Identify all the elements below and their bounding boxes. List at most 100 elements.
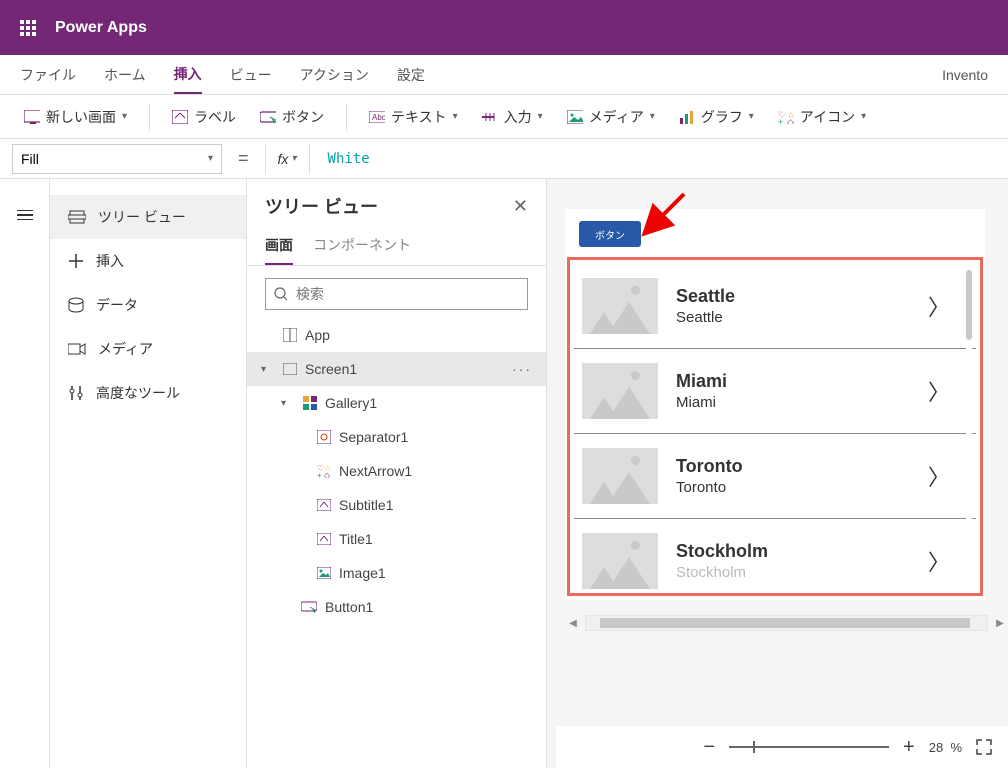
tree-panel: ツリー ビュー ✕ 画面 コンポーネント App ▾ Screen1 ··· xyxy=(247,179,547,768)
tree-node-image1[interactable]: Image1 xyxy=(247,556,546,590)
svg-text:◇: ◇ xyxy=(324,471,331,478)
sidebar-item-treeview[interactable]: ツリー ビュー xyxy=(50,195,246,239)
chevron-right-icon[interactable]: 〉 xyxy=(928,290,968,322)
tree-node-separator1[interactable]: Separator1 xyxy=(247,420,546,454)
label-icon xyxy=(172,110,188,124)
scroll-left-icon[interactable]: ◀ xyxy=(565,618,581,629)
label-node-icon xyxy=(317,533,331,545)
tree-node-subtitle1[interactable]: Subtitle1 xyxy=(247,488,546,522)
fx-button[interactable]: fx▾ xyxy=(265,144,310,174)
image-node-icon xyxy=(317,567,331,579)
tree-node-button1[interactable]: Button1 xyxy=(247,590,546,624)
gallery-icon xyxy=(303,396,317,410)
formula-input[interactable]: White xyxy=(320,151,996,167)
scroll-right-icon[interactable]: ▶ xyxy=(992,618,1008,629)
menu-home[interactable]: ホーム xyxy=(104,57,146,93)
more-icon[interactable]: ··· xyxy=(512,361,532,377)
app-title: Power Apps xyxy=(55,19,147,37)
zoom-slider[interactable] xyxy=(729,746,889,748)
canvas[interactable]: ボタン SeattleSeattle 〉 MiamiMiami 〉 xyxy=(565,209,985,600)
search-icon xyxy=(274,287,288,301)
gallery-scrollbar[interactable] xyxy=(966,270,972,583)
button-icon xyxy=(260,110,276,124)
text-icon: Abc xyxy=(369,110,385,124)
canvas-button-element[interactable]: ボタン xyxy=(579,221,641,247)
chevron-right-icon[interactable]: 〉 xyxy=(928,375,968,407)
text-dropdown[interactable]: Abc テキスト▾ xyxy=(369,107,458,127)
zoom-value: 28 % xyxy=(929,740,962,755)
separator-icon xyxy=(317,430,331,444)
list-item[interactable]: StockholmStockholm 〉 xyxy=(574,519,976,589)
input-dropdown[interactable]: 入力▾ xyxy=(482,107,543,127)
media-dropdown[interactable]: メディア▾ xyxy=(567,107,655,127)
canvas-gallery[interactable]: SeattleSeattle 〉 MiamiMiami 〉 TorontoTor… xyxy=(574,264,976,589)
label-button[interactable]: ラベル xyxy=(172,107,236,127)
icon-dropdown[interactable]: ♡☆+◇ アイコン▾ xyxy=(778,107,866,127)
new-screen-button[interactable]: 新しい画面▾ xyxy=(24,107,127,127)
annotation-arrow xyxy=(639,189,689,239)
zoom-in-button[interactable]: + xyxy=(903,736,915,759)
plus-icon xyxy=(68,253,84,269)
close-icon[interactable]: ✕ xyxy=(513,196,528,217)
app-launcher-icon[interactable] xyxy=(0,20,55,36)
gallery-selection: SeattleSeattle 〉 MiamiMiami 〉 TorontoTor… xyxy=(567,257,983,596)
thumbnail-icon xyxy=(582,448,658,504)
sidebar-item-advanced[interactable]: 高度なツール xyxy=(50,371,246,415)
horizontal-scrollbar[interactable]: ◀ ▶ xyxy=(565,614,1008,632)
hamburger-icon[interactable] xyxy=(0,191,50,239)
chevron-right-icon[interactable]: 〉 xyxy=(928,545,968,577)
sidebar-item-data[interactable]: データ xyxy=(50,283,246,327)
list-item[interactable]: MiamiMiami 〉 xyxy=(574,349,976,434)
list-item[interactable]: TorontoToronto 〉 xyxy=(574,434,976,519)
property-selector[interactable]: Fill▾ xyxy=(12,144,222,174)
button-button[interactable]: ボタン xyxy=(260,107,324,127)
chart-icon xyxy=(679,110,695,124)
arrow-icon: ♡☆+◇ xyxy=(317,464,331,478)
fullscreen-icon[interactable] xyxy=(976,739,992,755)
list-item[interactable]: SeattleSeattle 〉 xyxy=(574,264,976,349)
tab-screens[interactable]: 画面 xyxy=(265,227,293,265)
chevron-down-icon[interactable]: ▾ xyxy=(281,398,295,409)
tree-node-title1[interactable]: Title1 xyxy=(247,522,546,556)
menu-file[interactable]: ファイル xyxy=(20,57,76,93)
menubar: ファイル ホーム 挿入 ビュー アクション 設定 Invento xyxy=(0,55,1008,95)
tree-title: ツリー ビュー xyxy=(265,193,378,219)
zoom-out-button[interactable]: − xyxy=(703,736,715,759)
left-rail xyxy=(0,179,50,768)
icons-icon: ♡☆+◇ xyxy=(778,110,794,124)
button-node-icon xyxy=(301,601,317,613)
thumbnail-icon xyxy=(582,363,658,419)
tree-icon xyxy=(68,209,86,225)
svg-text:+: + xyxy=(778,117,783,124)
canvas-area: ボタン SeattleSeattle 〉 MiamiMiami 〉 xyxy=(547,179,1008,768)
menu-insert[interactable]: 挿入 xyxy=(174,56,202,94)
tree-node-gallery1[interactable]: ▾ Gallery1 xyxy=(247,386,546,420)
app-icon xyxy=(283,328,297,342)
tab-components[interactable]: コンポーネント xyxy=(313,227,411,265)
thumbnail-icon xyxy=(582,533,658,589)
tree-search[interactable] xyxy=(265,278,528,310)
media-side-icon xyxy=(68,342,86,356)
screen-icon xyxy=(24,110,40,124)
tree-node-screen1[interactable]: ▾ Screen1 ··· xyxy=(247,352,546,386)
chevron-right-icon[interactable]: 〉 xyxy=(928,460,968,492)
media-icon xyxy=(567,110,583,124)
file-name: Invento xyxy=(942,67,988,83)
chevron-down-icon[interactable]: ▾ xyxy=(261,364,275,375)
chart-dropdown[interactable]: グラフ▾ xyxy=(679,107,754,127)
menu-action[interactable]: アクション xyxy=(300,57,369,93)
sidebar-item-insert[interactable]: 挿入 xyxy=(50,239,246,283)
data-icon xyxy=(68,297,84,313)
thumbnail-icon xyxy=(582,278,658,334)
tree-node-nextarrow1[interactable]: ♡☆+◇ NextArrow1 xyxy=(247,454,546,488)
search-input[interactable] xyxy=(296,286,519,302)
sidebar-item-media[interactable]: メディア xyxy=(50,327,246,371)
tree-node-app[interactable]: App xyxy=(247,318,546,352)
svg-text:◇: ◇ xyxy=(787,117,794,124)
input-icon xyxy=(482,110,498,124)
menu-settings[interactable]: 設定 xyxy=(397,57,425,93)
tools-icon xyxy=(68,385,84,401)
menu-view[interactable]: ビュー xyxy=(230,57,272,93)
ribbon: 新しい画面▾ ラベル ボタン Abc テキスト▾ 入力▾ メディア▾ グラフ▾ xyxy=(0,95,1008,139)
statusbar: − + 28 % xyxy=(556,726,1008,768)
